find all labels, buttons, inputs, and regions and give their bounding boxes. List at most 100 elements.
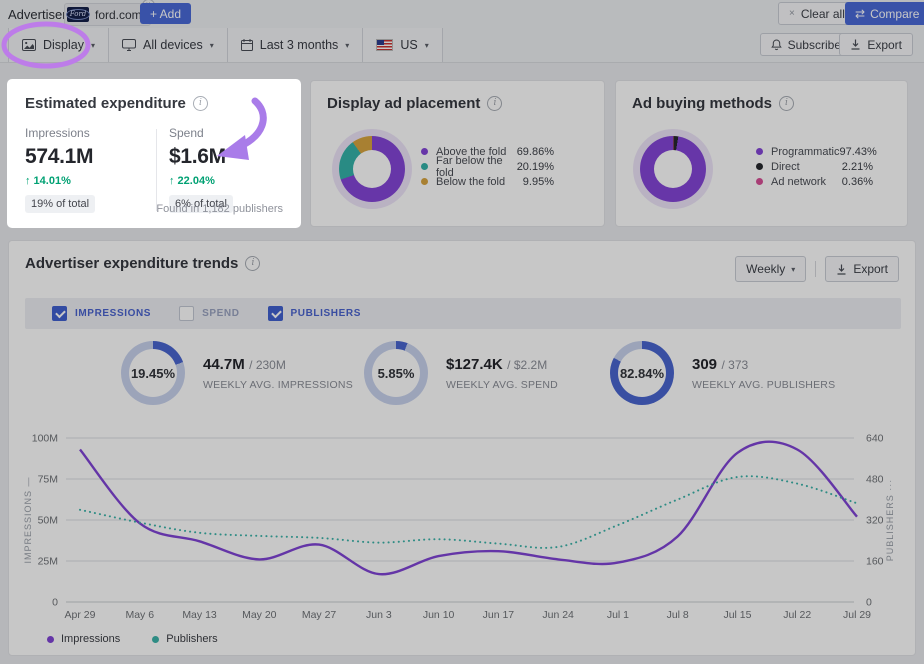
divider — [156, 129, 157, 211]
svg-text:Jul 1: Jul 1 — [607, 609, 629, 621]
spend-metric: Spend $1.6M ↑ 22.04% 6% of total — [169, 126, 294, 213]
svg-text:Jun 3: Jun 3 — [366, 609, 392, 621]
advertiser-chip[interactable]: Ford ford.com × — [64, 3, 151, 26]
filter-group: Display ▾ All devices ▾ Last 3 months ▾ … — [8, 28, 443, 62]
chevron-down-icon: ▾ — [425, 41, 429, 50]
devices-icon — [122, 39, 136, 51]
country-label: US — [400, 38, 417, 52]
svg-text:320: 320 — [866, 515, 884, 527]
adclarity-dashboard: Advertiser: Ford ford.com × + Add × Clea… — [0, 0, 924, 664]
svg-text:75M: 75M — [38, 474, 58, 486]
impressions-label: Impressions — [25, 126, 150, 140]
info-icon[interactable]: i — [487, 96, 502, 111]
weekly-avg-spend-gauge: 5.85% $127.4K / $2.2M WEEKLY AVG. SPEND — [364, 341, 558, 405]
svg-text:Jul 8: Jul 8 — [667, 609, 689, 621]
legend-item: Publishers — [152, 633, 217, 645]
info-icon[interactable]: i — [193, 96, 208, 111]
info-icon[interactable]: i — [245, 256, 260, 271]
divider — [815, 261, 816, 277]
svg-text:Jun 10: Jun 10 — [423, 609, 455, 621]
date-range-label: Last 3 months — [260, 38, 339, 52]
svg-text:Jun 24: Jun 24 — [542, 609, 574, 621]
legend-dot — [421, 178, 428, 185]
country-filter[interactable]: US ▾ — [363, 28, 441, 62]
weekly-avg-publishers-gauge: 82.84% 309 / 373 WEEKLY AVG. PUBLISHERS — [610, 341, 835, 405]
ford-logo: Ford — [67, 7, 89, 22]
ad-type-filter[interactable]: Display ▾ — [9, 28, 109, 62]
legend-item: Direct2.21% — [756, 159, 873, 174]
bell-icon — [771, 39, 782, 51]
svg-text:May 6: May 6 — [125, 609, 154, 621]
expenditure-trends-title: Advertiser expenditure trends i — [25, 255, 260, 272]
trends-header-buttons: Weekly ▾ Export — [735, 256, 899, 282]
placement-donut-chart[interactable] — [339, 136, 405, 202]
checkbox-icon — [179, 306, 194, 321]
gauge-ring: 5.85% — [364, 341, 428, 405]
gauge-ring: 82.84% — [610, 341, 674, 405]
clear-icon: × — [789, 8, 795, 19]
svg-text:0: 0 — [866, 597, 872, 609]
chevron-down-icon: ▾ — [791, 265, 795, 274]
gauge-value: $127.4K — [446, 356, 503, 373]
gauge-percent: 82.84% — [610, 341, 674, 405]
period-select[interactable]: Weekly ▾ — [735, 256, 806, 282]
checkbox-icon — [52, 306, 67, 321]
trend-chart-legend: Impressions Publishers — [47, 633, 218, 645]
legend-dot — [756, 148, 763, 155]
placement-legend: Above the fold69.86% Far below the fold2… — [421, 144, 554, 189]
spend-label: Spend — [169, 126, 294, 140]
ad-type-label: Display — [43, 38, 84, 52]
svg-text:Jul 15: Jul 15 — [723, 609, 751, 621]
compare-icon: ⇄ — [855, 7, 865, 21]
trends-export-button[interactable]: Export — [825, 256, 899, 282]
info-icon[interactable]: i — [779, 96, 794, 111]
date-range-filter[interactable]: Last 3 months ▾ — [228, 28, 364, 62]
chevron-down-icon: ▾ — [91, 41, 95, 50]
publishers-checkbox[interactable]: PUBLISHERS — [268, 306, 361, 321]
expenditure-trends-card: Advertiser expenditure trends i Weekly ▾… — [8, 240, 916, 656]
svg-text:IMPRESSIONS —: IMPRESSIONS — — [23, 476, 33, 563]
devices-label: All devices — [143, 38, 203, 52]
compare-button[interactable]: ⇄ Compare — [845, 2, 924, 25]
export-icon — [836, 264, 847, 275]
legend-dot — [152, 636, 159, 643]
devices-filter[interactable]: All devices ▾ — [109, 28, 228, 62]
spend-checkbox[interactable]: SPEND — [179, 306, 239, 321]
svg-text:480: 480 — [866, 474, 884, 486]
buying-methods-legend: Programmatic97.43% Direct2.21% Ad networ… — [756, 144, 873, 189]
us-flag-icon — [376, 39, 393, 51]
display-ad-placement-title: Display ad placement i — [327, 95, 502, 112]
series-toggle-bar: IMPRESSIONS SPEND PUBLISHERS — [25, 298, 901, 329]
svg-text:25M: 25M — [38, 556, 58, 568]
spend-change: ↑ 22.04% — [169, 175, 294, 187]
trend-line-chart[interactable]: 100M64075M48050M32025M16000Apr 29May 6Ma… — [9, 431, 917, 631]
subscribe-button[interactable]: Subscribe — [760, 33, 852, 56]
legend-dot — [756, 163, 763, 170]
svg-text:640: 640 — [866, 433, 884, 445]
gauge-ring: 19.45% — [121, 341, 185, 405]
gauge-total: / $2.2M — [507, 358, 547, 372]
svg-text:May 27: May 27 — [302, 609, 337, 621]
gauge-value: 44.7M — [203, 356, 245, 373]
export-icon — [850, 39, 861, 50]
impressions-change: ↑ 14.01% — [25, 175, 150, 187]
estimated-expenditure-title: Estimated expenditure i — [25, 95, 208, 112]
display-ad-icon — [22, 39, 36, 51]
filter-toolbar: Display ▾ All devices ▾ Last 3 months ▾ … — [0, 28, 924, 63]
svg-text:Jul 29: Jul 29 — [843, 609, 871, 621]
calendar-icon — [241, 39, 253, 51]
gauge-percent: 19.45% — [121, 341, 185, 405]
gauge-label: WEEKLY AVG. IMPRESSIONS — [203, 379, 353, 391]
svg-text:May 13: May 13 — [182, 609, 217, 621]
gauge-value: 309 — [692, 356, 717, 373]
add-advertiser-button[interactable]: + Add — [140, 3, 191, 24]
impressions-metric: Impressions 574.1M ↑ 14.01% 19% of total — [25, 126, 150, 213]
chevron-down-icon: ▾ — [345, 41, 349, 50]
gauge-percent: 5.85% — [364, 341, 428, 405]
export-button[interactable]: Export — [839, 33, 913, 56]
impressions-checkbox[interactable]: IMPRESSIONS — [52, 306, 151, 321]
buying-methods-donut-chart[interactable] — [640, 136, 706, 202]
legend-item: Below the fold9.95% — [421, 174, 554, 189]
advertiser-label: Advertiser: — [8, 7, 70, 22]
ad-buying-methods-card: Ad buying methods i Programmatic97.43% D… — [615, 80, 908, 227]
